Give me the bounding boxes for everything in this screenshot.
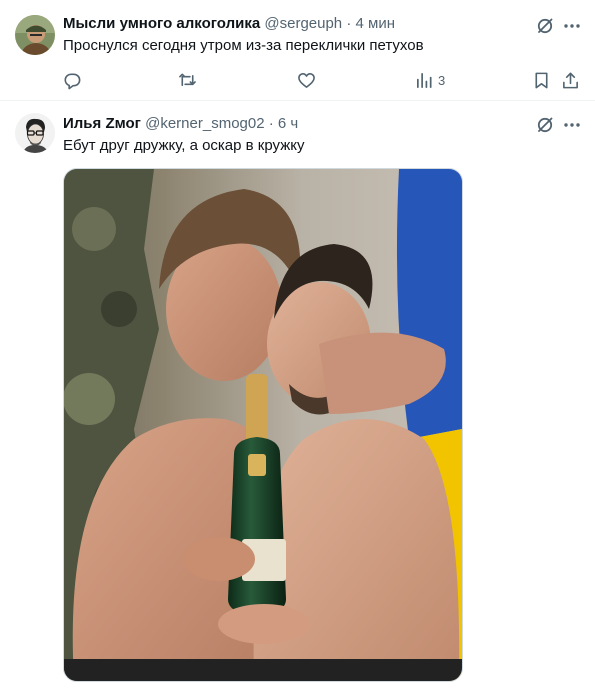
- more-icon[interactable]: [562, 115, 582, 135]
- tweet-text: Ебут друг дружку, а оскар в кружку: [63, 137, 305, 154]
- tweet-text: Проснулся сегодня утром из-за переклички…: [63, 37, 424, 54]
- retweet-icon: [178, 71, 197, 90]
- timestamp[interactable]: 6 ч: [278, 115, 298, 132]
- tweet-photo[interactable]: [63, 168, 463, 682]
- reply-icon: [63, 71, 82, 90]
- views-button[interactable]: 3: [415, 68, 445, 92]
- share-icon: [561, 71, 580, 90]
- avatar[interactable]: [15, 15, 55, 55]
- bookmark-button[interactable]: [532, 68, 551, 92]
- avatar[interactable]: [15, 113, 55, 153]
- tweet-header: Мысли умного алкоголика @sergeuph · 4 ми…: [63, 14, 395, 34]
- views-icon: [415, 71, 434, 90]
- separator: ·: [346, 15, 352, 32]
- author-handle[interactable]: @sergeuph: [264, 15, 342, 32]
- author-name[interactable]: Илья Zмог: [63, 115, 141, 132]
- grok-icon[interactable]: [535, 115, 555, 135]
- tweet-header: Илья Zмог @kerner_smog02 · 6 ч: [63, 114, 298, 134]
- like-button[interactable]: [297, 68, 316, 92]
- tweet[interactable]: Илья Zмог @kerner_smog02 · 6 ч Ебут друг…: [0, 101, 595, 689]
- reply-button[interactable]: [63, 68, 82, 92]
- views-count: 3: [438, 72, 446, 88]
- author-name[interactable]: Мысли умного алкоголика: [63, 15, 260, 32]
- separator: ·: [268, 115, 274, 132]
- timestamp[interactable]: 4 мин: [356, 15, 396, 32]
- bookmark-icon: [532, 71, 551, 90]
- share-button[interactable]: [561, 68, 580, 92]
- grok-icon[interactable]: [535, 16, 555, 36]
- author-handle[interactable]: @kerner_smog02: [145, 115, 264, 132]
- like-icon: [297, 71, 316, 90]
- tweet-actions: 3: [63, 68, 588, 92]
- tweet[interactable]: Мысли умного алкоголика @sergeuph · 4 ми…: [0, 0, 595, 101]
- retweet-button[interactable]: [178, 68, 197, 92]
- more-icon[interactable]: [562, 16, 582, 36]
